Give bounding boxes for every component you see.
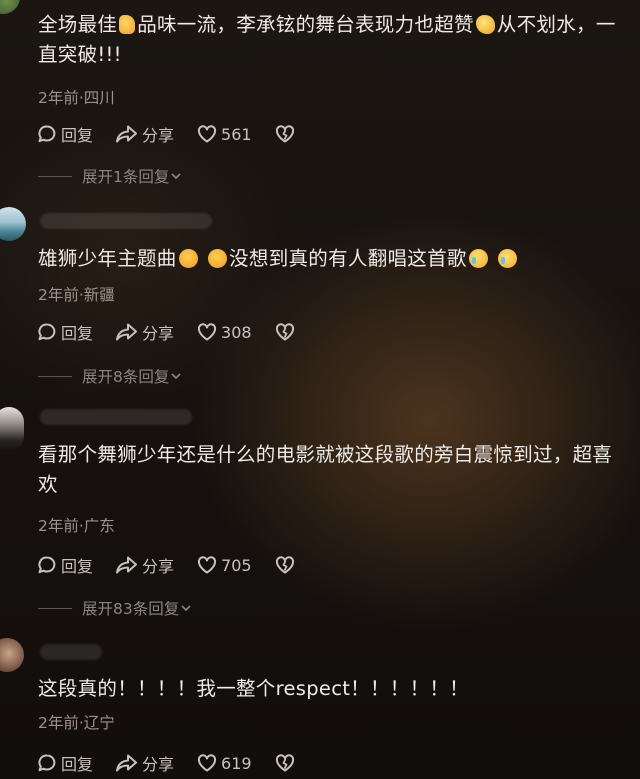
reply-bubble-icon (38, 754, 56, 772)
avatar[interactable] (0, 407, 24, 451)
reply-label: 回复 (61, 126, 94, 145)
star-struck-emoji-icon (208, 249, 228, 268)
heart-icon (197, 323, 217, 341)
share-label: 分享 (142, 557, 175, 576)
dislike-button[interactable] (274, 554, 296, 576)
comment-text: 雄狮少年主题曲 没想到真的有人翻唱这首歌 (38, 244, 628, 274)
expand-replies-button[interactable]: 展开83条回复 (38, 597, 193, 619)
comment-actions: 回复 分享 561 (36, 121, 296, 147)
chevron-down-icon (171, 173, 181, 180)
dislike-button[interactable] (274, 752, 296, 774)
expand-replies-button[interactable]: 展开1条回复 (38, 165, 183, 187)
expand-divider (38, 375, 72, 377)
expand-replies-button[interactable]: 展开8条回复 (38, 365, 183, 387)
comment-text-part: 没想到真的有人翻唱这首歌 (229, 247, 467, 270)
heart-icon (197, 754, 217, 772)
like-count: 308 (221, 322, 252, 342)
like-button[interactable]: 561 (196, 123, 252, 145)
broken-heart-icon (275, 125, 294, 143)
expand-label: 展开83条回复 (82, 600, 180, 618)
comment-actions: 回复 分享 308 (36, 319, 296, 345)
comment-text: 这段真的！！！！我一整个respect！！！！！！ (38, 677, 469, 700)
comment-actions: 回复 分享 619 (36, 750, 296, 776)
reply-label: 回复 (61, 324, 94, 343)
broken-heart-icon (275, 323, 294, 341)
thumbs-up-emoji-icon (119, 15, 136, 34)
comment-meta: 2年前·四川 (38, 89, 115, 107)
comment-text: 全场最佳 品味一流，李承铉的舞台表现力也超赞 从不划水，一直突破!!! (38, 10, 628, 70)
share-label: 分享 (142, 324, 175, 343)
avatar[interactable] (0, 207, 26, 241)
chevron-down-icon (181, 605, 191, 612)
star-struck-emoji-icon (178, 249, 198, 268)
comment-text: 看那个舞狮少年还是什么的电影就被这段歌的旁白震惊到过，超喜欢 (38, 443, 613, 496)
reply-button[interactable]: 回复 (36, 320, 93, 344)
comment-meta: 2年前·广东 (38, 517, 115, 535)
reply-button[interactable]: 回复 (36, 751, 93, 775)
reply-button[interactable]: 回复 (36, 553, 93, 577)
like-button[interactable]: 705 (196, 554, 252, 576)
heart-icon (197, 125, 217, 143)
like-button[interactable]: 308 (196, 321, 252, 343)
username-blurred[interactable] (40, 644, 102, 660)
dislike-button[interactable] (274, 321, 296, 343)
reply-button[interactable]: 回复 (36, 122, 93, 146)
share-button[interactable]: 分享 (115, 751, 174, 775)
broken-heart-icon (275, 754, 294, 772)
comment-text-part: 雄狮少年主题曲 (38, 247, 177, 270)
avatar[interactable] (0, 638, 24, 672)
expand-divider (38, 607, 72, 609)
share-arrow-icon (116, 556, 138, 574)
like-count: 619 (221, 753, 252, 773)
crying-face-emoji-icon (498, 249, 518, 268)
share-arrow-icon (116, 125, 138, 143)
share-button[interactable]: 分享 (115, 320, 174, 344)
reply-bubble-icon (38, 556, 56, 574)
chevron-down-icon (171, 373, 181, 380)
share-label: 分享 (142, 755, 175, 774)
avatar[interactable] (0, 0, 20, 14)
crying-face-emoji-icon (468, 249, 488, 268)
like-count: 561 (221, 124, 252, 144)
share-button[interactable]: 分享 (115, 122, 174, 146)
comment-meta: 2年前·新疆 (38, 286, 115, 304)
like-button[interactable]: 619 (196, 752, 252, 774)
reply-label: 回复 (61, 557, 94, 576)
expand-label: 展开1条回复 (82, 168, 170, 186)
comment-text-part: 全场最佳 (38, 13, 118, 36)
reply-bubble-icon (38, 323, 56, 341)
share-label: 分享 (142, 126, 175, 145)
comment-actions: 回复 分享 705 (36, 552, 296, 578)
heart-icon (197, 556, 217, 574)
username-blurred[interactable] (40, 213, 212, 229)
broken-heart-icon (275, 556, 294, 574)
reply-label: 回复 (61, 755, 94, 774)
expand-divider (38, 175, 72, 177)
comment-meta: 2年前·辽宁 (38, 714, 115, 732)
dislike-button[interactable] (274, 123, 296, 145)
share-arrow-icon (116, 754, 138, 772)
clapping-hands-emoji-icon (475, 15, 495, 34)
background (0, 0, 640, 779)
reply-bubble-icon (38, 125, 56, 143)
share-arrow-icon (116, 323, 138, 341)
comment-text-part: 品味一流，李承铉的舞台表现力也超赞 (137, 13, 474, 36)
expand-label: 展开8条回复 (82, 368, 170, 386)
share-button[interactable]: 分享 (115, 553, 174, 577)
username-blurred[interactable] (40, 409, 192, 425)
like-count: 705 (221, 555, 252, 575)
